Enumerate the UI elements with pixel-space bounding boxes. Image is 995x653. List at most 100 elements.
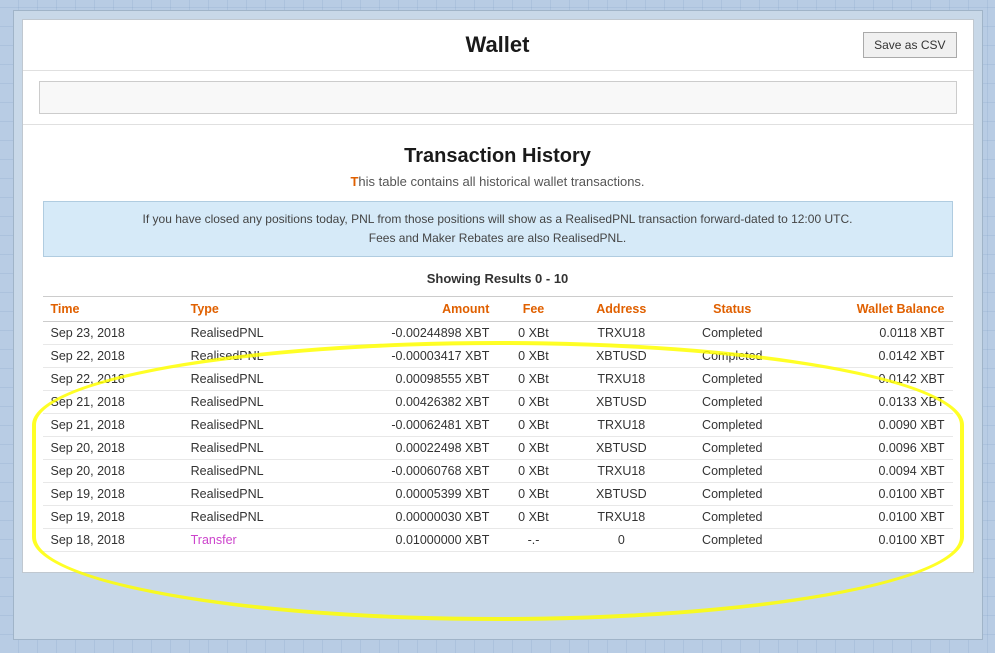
subtitle-rest: his table contains all historical wallet… xyxy=(358,174,644,189)
cell-time: Sep 18, 2018 xyxy=(43,529,183,552)
cell-fee: -.- xyxy=(497,529,569,552)
table-body: Sep 23, 2018 RealisedPNL -0.00244898 XBT… xyxy=(43,322,953,552)
table-row: Sep 23, 2018 RealisedPNL -0.00244898 XBT… xyxy=(43,322,953,345)
cell-amount: 0.00000030 XBT xyxy=(321,506,498,529)
cell-type: RealisedPNL xyxy=(183,368,321,391)
cell-type: RealisedPNL xyxy=(183,414,321,437)
cell-address: TRXU18 xyxy=(570,506,673,529)
cell-fee: 0 XBt xyxy=(497,460,569,483)
cell-address: TRXU18 xyxy=(570,368,673,391)
cell-balance: 0.0094 XBT xyxy=(792,460,953,483)
search-area xyxy=(23,71,973,125)
cell-type: Transfer xyxy=(183,529,321,552)
cell-time: Sep 22, 2018 xyxy=(43,368,183,391)
cell-address: XBTUSD xyxy=(570,483,673,506)
main-panel: Wallet Save as CSV Transaction History T… xyxy=(22,19,974,573)
cell-type: RealisedPNL xyxy=(183,391,321,414)
cell-address: TRXU18 xyxy=(570,460,673,483)
cell-time: Sep 19, 2018 xyxy=(43,506,183,529)
transaction-section: Transaction History This table contains … xyxy=(23,125,973,572)
cell-time: Sep 20, 2018 xyxy=(43,460,183,483)
cell-status: Completed xyxy=(673,414,792,437)
cell-balance: 0.0142 XBT xyxy=(792,345,953,368)
cell-time: Sep 21, 2018 xyxy=(43,391,183,414)
section-subtitle: This table contains all historical walle… xyxy=(43,174,953,189)
cell-address: XBTUSD xyxy=(570,391,673,414)
cell-balance: 0.0133 XBT xyxy=(792,391,953,414)
cell-fee: 0 XBt xyxy=(497,437,569,460)
page-title: Wallet xyxy=(466,32,530,58)
cell-status: Completed xyxy=(673,437,792,460)
cell-balance: 0.0100 XBT xyxy=(792,483,953,506)
cell-balance: 0.0142 XBT xyxy=(792,368,953,391)
cell-fee: 0 XBt xyxy=(497,414,569,437)
col-address: Address xyxy=(570,297,673,322)
cell-fee: 0 XBt xyxy=(497,506,569,529)
cell-balance: 0.0100 XBT xyxy=(792,506,953,529)
search-input[interactable] xyxy=(39,81,957,114)
info-line1: If you have closed any positions today, … xyxy=(60,210,936,229)
header: Wallet Save as CSV xyxy=(23,20,973,71)
cell-status: Completed xyxy=(673,506,792,529)
info-box: If you have closed any positions today, … xyxy=(43,201,953,257)
cell-fee: 0 XBt xyxy=(497,322,569,345)
cell-fee: 0 XBt xyxy=(497,391,569,414)
cell-balance: 0.0096 XBT xyxy=(792,437,953,460)
cell-status: Completed xyxy=(673,322,792,345)
table-row: Sep 20, 2018 RealisedPNL -0.00060768 XBT… xyxy=(43,460,953,483)
col-balance: Wallet Balance xyxy=(792,297,953,322)
cell-status: Completed xyxy=(673,391,792,414)
cell-type: RealisedPNL xyxy=(183,483,321,506)
cell-amount: -0.00060768 XBT xyxy=(321,460,498,483)
col-type: Type xyxy=(183,297,321,322)
cell-amount: 0.00426382 XBT xyxy=(321,391,498,414)
cell-status: Completed xyxy=(673,368,792,391)
cell-type: RealisedPNL xyxy=(183,437,321,460)
table-row: Sep 18, 2018 Transfer 0.01000000 XBT -.-… xyxy=(43,529,953,552)
cell-fee: 0 XBt xyxy=(497,368,569,391)
cell-type: RealisedPNL xyxy=(183,345,321,368)
cell-address: XBTUSD xyxy=(570,345,673,368)
cell-amount: 0.00098555 XBT xyxy=(321,368,498,391)
cell-amount: 0.00022498 XBT xyxy=(321,437,498,460)
col-status: Status xyxy=(673,297,792,322)
cell-address: 0 xyxy=(570,529,673,552)
cell-amount: -0.00003417 XBT xyxy=(321,345,498,368)
cell-time: Sep 19, 2018 xyxy=(43,483,183,506)
save-csv-button[interactable]: Save as CSV xyxy=(863,32,956,58)
cell-balance: 0.0090 XBT xyxy=(792,414,953,437)
cell-balance: 0.0100 XBT xyxy=(792,529,953,552)
cell-amount: -0.00062481 XBT xyxy=(321,414,498,437)
col-amount: Amount xyxy=(321,297,498,322)
cell-time: Sep 20, 2018 xyxy=(43,437,183,460)
cell-status: Completed xyxy=(673,460,792,483)
cell-type: RealisedPNL xyxy=(183,460,321,483)
cell-balance: 0.0118 XBT xyxy=(792,322,953,345)
col-time: Time xyxy=(43,297,183,322)
cell-type: RealisedPNL xyxy=(183,322,321,345)
table-row: Sep 19, 2018 RealisedPNL 0.00005399 XBT … xyxy=(43,483,953,506)
cell-fee: 0 XBt xyxy=(497,345,569,368)
table-row: Sep 22, 2018 RealisedPNL -0.00003417 XBT… xyxy=(43,345,953,368)
cell-address: TRXU18 xyxy=(570,414,673,437)
col-fee: Fee xyxy=(497,297,569,322)
cell-amount: -0.00244898 XBT xyxy=(321,322,498,345)
cell-amount: 0.00005399 XBT xyxy=(321,483,498,506)
section-title: Transaction History xyxy=(43,145,953,168)
cell-time: Sep 22, 2018 xyxy=(43,345,183,368)
info-line2: Fees and Maker Rebates are also Realised… xyxy=(60,229,936,248)
outer-container: Wallet Save as CSV Transaction History T… xyxy=(13,10,983,640)
cell-status: Completed xyxy=(673,345,792,368)
table-header-row: Time Type Amount Fee Address Status Wall… xyxy=(43,297,953,322)
cell-status: Completed xyxy=(673,529,792,552)
table-row: Sep 19, 2018 RealisedPNL 0.00000030 XBT … xyxy=(43,506,953,529)
cell-address: XBTUSD xyxy=(570,437,673,460)
table-row: Sep 21, 2018 RealisedPNL 0.00426382 XBT … xyxy=(43,391,953,414)
showing-results: Showing Results 0 - 10 xyxy=(43,271,953,286)
transactions-table: Time Type Amount Fee Address Status Wall… xyxy=(43,296,953,552)
cell-fee: 0 XBt xyxy=(497,483,569,506)
table-row: Sep 22, 2018 RealisedPNL 0.00098555 XBT … xyxy=(43,368,953,391)
cell-status: Completed xyxy=(673,483,792,506)
cell-time: Sep 23, 2018 xyxy=(43,322,183,345)
cell-amount: 0.01000000 XBT xyxy=(321,529,498,552)
